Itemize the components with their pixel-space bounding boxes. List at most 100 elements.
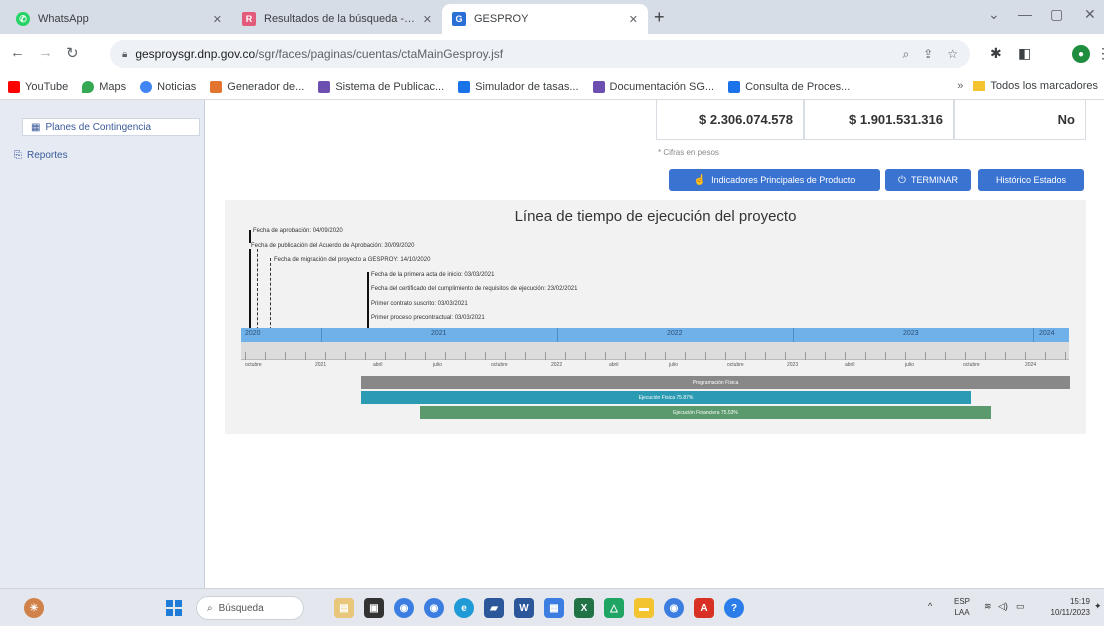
month-tick [665, 352, 666, 360]
bookmark-label: YouTube [25, 80, 69, 93]
close-icon[interactable]: ✕ [629, 13, 638, 26]
share-icon[interactable]: ⇪ [923, 47, 933, 61]
pointer-hand-icon: ☝ [693, 174, 707, 186]
month-tick [845, 352, 846, 360]
tab-search-results[interactable]: R Resultados de la búsqueda - Ju ✕ [232, 4, 442, 34]
sidebar: ▦ Planes de Contingencia ⎘ Reportes [0, 100, 205, 588]
tab-title: GESPROY [474, 13, 529, 25]
taskbar-search[interactable]: ⌕ Búsqueda [196, 596, 304, 620]
bookmark-youtube[interactable]: YouTube [8, 80, 69, 93]
task-view-icon[interactable]: ▣ [364, 598, 384, 618]
month-label: octubre [963, 362, 980, 368]
notifications-icon[interactable]: ✦ [1094, 601, 1102, 612]
lock-icon[interactable]: 🔒︎ [122, 49, 127, 60]
month-label: abril [609, 362, 619, 368]
month-tick [345, 352, 346, 360]
chrome-icon[interactable]: ◉ [394, 598, 414, 618]
bookmark-label: Consulta de Proces... [745, 80, 851, 93]
news-widget-icon[interactable]: ▤ [334, 598, 354, 618]
reports-icon: ⎘ [14, 150, 22, 161]
bookmark-generator[interactable]: Generador de... [210, 80, 305, 93]
acrobat-icon[interactable]: A [694, 598, 714, 618]
indicators-button-label: Indicadores Principales de Producto [711, 175, 856, 185]
month-tick [985, 352, 986, 360]
month-tick [945, 352, 946, 360]
browser-tab-strip: ✆ WhatsApp ✕ R Resultados de la búsqueda… [0, 0, 1104, 34]
month-tick [905, 352, 906, 360]
bookmark-label: Sistema de Publicac... [335, 80, 445, 93]
chevron-down-icon[interactable]: ⌄ [988, 6, 1000, 23]
volume-icon[interactable]: ◁) [998, 601, 1008, 612]
wifi-icon[interactable]: ≋ [984, 601, 992, 612]
help-icon[interactable]: ? [724, 598, 744, 618]
extensions-icon[interactable]: ✱ [990, 45, 1002, 62]
month-tick [725, 352, 726, 360]
tab-gesproy[interactable]: G GESPROY ✕ [442, 4, 648, 34]
month-tick [885, 352, 886, 360]
bookmark-publication-system[interactable]: Sistema de Publicac... [318, 80, 445, 93]
zoom-icon[interactable]: ⌕ [902, 47, 909, 62]
bookmark-process-query[interactable]: Consulta de Proces... [728, 80, 851, 93]
bookmark-documentation[interactable]: Documentación SG... [592, 80, 715, 93]
chevron-up-icon[interactable]: ^ [928, 601, 932, 611]
month-tick [425, 352, 426, 360]
value-box-2: $ 1.901.531.316 [804, 100, 954, 140]
new-tab-icon[interactable]: + [654, 7, 665, 28]
month-label: octubre [491, 362, 508, 368]
history-button[interactable]: Histórico Estados [978, 169, 1084, 191]
bookmark-maps[interactable]: Maps [82, 80, 126, 93]
file-explorer-icon[interactable]: ▬ [634, 598, 654, 618]
menu-kebab-icon[interactable]: ⋮ [1096, 45, 1104, 62]
bar-physical-programming: Programación Física [361, 376, 1070, 389]
chrome-app-icon[interactable]: ◉ [664, 598, 684, 618]
windows-start-icon[interactable] [166, 600, 182, 616]
weather-icon[interactable]: ☀ [24, 598, 44, 618]
tab-whatsapp[interactable]: ✆ WhatsApp ✕ [6, 4, 232, 34]
month-label: abril [845, 362, 855, 368]
address-bar[interactable]: 🔒︎ gesproysgr.dnp.gov.co/sgr/faces/pagin… [110, 40, 970, 68]
maximize-icon[interactable]: ▢ [1050, 6, 1063, 23]
language-indicator[interactable]: ESP LAA [954, 596, 970, 618]
page-content: ▦ Planes de Contingencia ⎘ Reportes $ 2.… [0, 100, 1104, 588]
star-bookmark-icon[interactable]: ☆ [947, 47, 958, 61]
generator-icon [210, 80, 223, 93]
contingency-plan-icon: ▦ [31, 121, 41, 133]
month-tick [525, 352, 526, 360]
sidebar-item-reports[interactable]: ⎘ Reportes [14, 150, 68, 161]
battery-icon[interactable]: ▭ [1016, 601, 1025, 612]
bookmark-rate-simulator[interactable]: Simulador de tasas... [458, 80, 579, 93]
close-icon[interactable]: ✕ [423, 13, 432, 26]
store-icon[interactable]: ▰ [484, 598, 504, 618]
chrome-profile-icon[interactable]: ◉ [424, 598, 444, 618]
edge-icon[interactable]: e [454, 598, 474, 618]
month-tick [385, 352, 386, 360]
month-tick [325, 352, 326, 360]
month-tick [785, 352, 786, 360]
minimize-icon[interactable]: — [1018, 6, 1032, 22]
bookmark-news[interactable]: Noticias [140, 80, 196, 93]
chevron-double-right-icon[interactable]: » [957, 80, 963, 92]
drive-icon[interactable]: △ [604, 598, 624, 618]
timeline-title: Línea de tiempo de ejecución del proyect… [514, 208, 797, 225]
sidebar-item-contingency-plans[interactable]: ▦ Planes de Contingencia [22, 118, 200, 136]
clock-date: 10/11/2023 [1050, 608, 1090, 617]
all-bookmarks[interactable]: » Todos los marcadores [951, 80, 1098, 92]
month-tick [605, 352, 606, 360]
documentation-icon [592, 80, 605, 93]
back-arrow-icon[interactable]: ← [10, 44, 25, 61]
word-icon[interactable]: W [514, 598, 534, 618]
calendar-icon[interactable]: ▦ [544, 598, 564, 618]
forward-arrow-icon[interactable]: → [38, 44, 53, 61]
profile-avatar[interactable]: ● [1072, 45, 1090, 63]
month-tick [405, 352, 406, 360]
close-window-icon[interactable]: ✕ [1084, 6, 1096, 23]
side-panel-icon[interactable]: ◧ [1018, 45, 1031, 62]
finish-button[interactable]: ⏻ TERMINAR [885, 169, 971, 191]
bookmark-label: Generador de... [227, 80, 305, 93]
excel-icon[interactable]: X [574, 598, 594, 618]
taskbar-clock[interactable]: 15:19 10/11/2023 [1030, 596, 1090, 618]
close-icon[interactable]: ✕ [213, 13, 222, 26]
reload-icon[interactable]: ↻ [66, 44, 79, 62]
indicators-button[interactable]: ☝ Indicadores Principales de Producto [669, 169, 880, 191]
bookmark-label: Documentación SG... [609, 80, 715, 93]
